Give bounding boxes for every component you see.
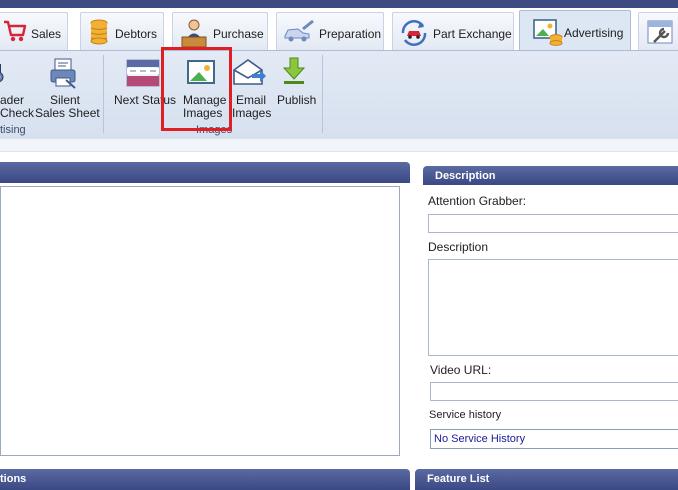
next-status-icon xyxy=(126,58,160,88)
button-label: Images xyxy=(232,107,271,120)
ribbon-separator xyxy=(322,55,323,133)
description-label: Description xyxy=(428,240,488,254)
tab-preparation[interactable]: Preparation xyxy=(276,12,384,50)
attention-grabber-input[interactable] xyxy=(428,214,678,233)
service-history-label: Service history xyxy=(429,409,501,421)
silent-sales-sheet-button[interactable]: Silent Sales Sheet xyxy=(32,51,96,131)
binoculars-icon xyxy=(0,59,12,87)
car-wrench-icon xyxy=(283,18,317,44)
feature-list-panel: Feature List xyxy=(415,469,678,489)
tab-advertising[interactable]: Advertising xyxy=(519,10,631,51)
tab-debtors[interactable]: Debtors xyxy=(80,12,164,50)
tab-settings[interactable] xyxy=(638,12,678,50)
panel-title: tions xyxy=(0,473,26,485)
tab-part-exchange[interactable]: Part Exchange xyxy=(392,12,514,50)
images-panel xyxy=(0,162,410,458)
description-textarea[interactable] xyxy=(428,259,678,356)
video-url-input[interactable] xyxy=(430,382,678,401)
options-panel: tions xyxy=(0,469,410,489)
cart-icon xyxy=(3,18,27,44)
publish-arrow-icon xyxy=(282,56,306,86)
panel-header xyxy=(0,162,410,183)
email-images-button[interactable]: Email Images xyxy=(230,51,270,131)
tab-strip: Sales Debtors Purchase Preparation xyxy=(0,8,678,50)
ribbon-bottom-strip xyxy=(0,139,678,152)
image-coins-icon xyxy=(532,17,564,47)
car-exchange-icon xyxy=(399,18,429,48)
settings-wrench-icon xyxy=(645,18,675,48)
attention-grabber-label: Attention Grabber: xyxy=(428,194,526,208)
ribbon: ader Check Silent Sales Sheet tising Nex… xyxy=(0,50,678,140)
tab-label: Debtors xyxy=(115,27,157,41)
publish-button[interactable]: Publish xyxy=(272,51,316,131)
description-panel: Description Attention Grabber: Descripti… xyxy=(423,166,678,458)
button-label: Check xyxy=(0,107,34,120)
video-url-label: Video URL: xyxy=(430,363,491,377)
panel-header: Feature List xyxy=(415,469,678,490)
manage-images-highlight xyxy=(161,47,232,131)
button-label: Sales Sheet xyxy=(35,107,100,120)
service-history-select[interactable]: No Service History xyxy=(430,429,678,449)
printer-sheet-icon xyxy=(48,57,80,89)
email-envelope-icon xyxy=(232,58,266,86)
tab-label: Preparation xyxy=(319,27,381,41)
window-top-bar xyxy=(0,0,678,8)
group-label-advertising: tising xyxy=(0,124,26,136)
tab-label: Sales xyxy=(31,27,61,41)
panel-title: Description xyxy=(435,170,496,182)
panel-header: Description xyxy=(423,166,678,185)
person-desk-icon xyxy=(179,18,209,48)
tab-label: Part Exchange xyxy=(433,27,512,41)
images-list-area[interactable] xyxy=(0,186,400,456)
panel-header: tions xyxy=(0,469,410,490)
tab-label: Advertising xyxy=(564,26,623,40)
tab-sales[interactable]: Sales xyxy=(0,12,68,50)
tab-purchase[interactable]: Purchase xyxy=(172,12,268,50)
ribbon-separator xyxy=(103,55,104,133)
coins-icon xyxy=(89,18,109,46)
tab-label: Purchase xyxy=(213,27,264,41)
service-history-value: No Service History xyxy=(434,433,525,445)
trader-check-button[interactable]: ader Check xyxy=(0,51,28,131)
button-label: Publish xyxy=(277,94,316,107)
panel-title: Feature List xyxy=(427,473,489,485)
